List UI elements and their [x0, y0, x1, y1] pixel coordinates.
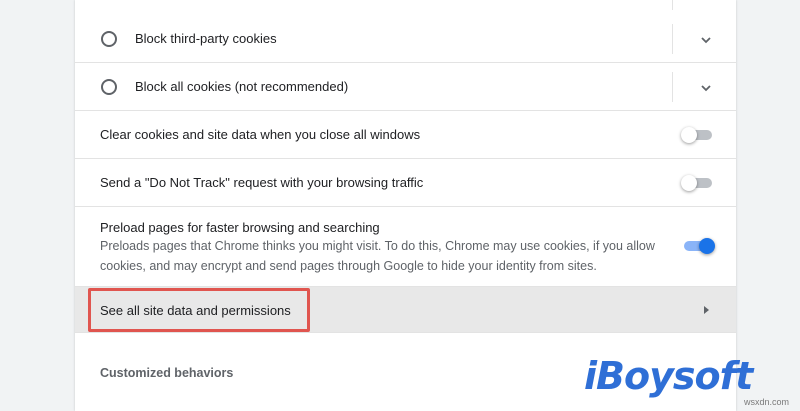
option-block-third-party[interactable]: Block third-party cookies: [75, 14, 736, 64]
setting-preload: Preload pages for faster browsing and se…: [75, 206, 736, 286]
row-separator: [672, 24, 673, 54]
setting-do-not-track: Send a "Do Not Track" request with your …: [75, 158, 736, 206]
option-label: Block all cookies (not recommended): [135, 79, 349, 94]
setting-label: Preload pages for faster browsing and se…: [100, 220, 380, 235]
highlight-annotation-box: [88, 288, 310, 332]
row-separator: [672, 72, 673, 102]
toggle-thumb: [681, 175, 697, 191]
setting-label: Send a "Do Not Track" request with your …: [100, 175, 424, 190]
site-watermark: wsxdn.com: [744, 397, 790, 407]
option-label: Block third-party cookies: [135, 31, 277, 46]
clear-on-close-toggle[interactable]: [681, 127, 715, 143]
cookies-settings-card: Block third-party cookies Block all cook…: [75, 0, 736, 411]
do-not-track-toggle[interactable]: [681, 175, 715, 191]
setting-description: Preloads pages that Chrome thinks you mi…: [100, 239, 655, 273]
section-title: Customized behaviors: [100, 366, 234, 380]
option-block-all[interactable]: Block all cookies (not recommended): [75, 62, 736, 110]
preload-toggle[interactable]: [681, 238, 715, 254]
settings-page: Block third-party cookies Block all cook…: [0, 0, 800, 411]
arrow-right-icon[interactable]: [701, 304, 711, 316]
radio-unchecked-icon[interactable]: [101, 31, 117, 47]
setting-clear-on-close: Clear cookies and site data when you clo…: [75, 110, 736, 158]
radio-unchecked-icon[interactable]: [101, 79, 117, 95]
chevron-down-icon[interactable]: [699, 33, 713, 47]
setting-label: Clear cookies and site data when you clo…: [100, 127, 421, 142]
chevron-down-icon[interactable]: [699, 81, 713, 95]
iboysoft-watermark: iBoysoft: [584, 354, 753, 398]
toggle-thumb: [699, 238, 715, 254]
toggle-thumb: [681, 127, 697, 143]
top-separator: [672, 0, 673, 10]
